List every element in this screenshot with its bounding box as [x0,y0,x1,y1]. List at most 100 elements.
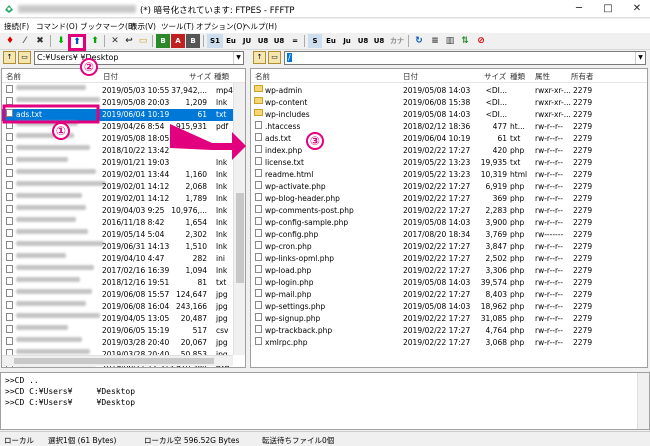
scroll-thumb[interactable] [236,193,244,283]
local-up-folder-icon[interactable]: ↑ [3,51,16,64]
kanji-jis-button[interactable]: JU [240,34,254,48]
local-vertical-scrollbar[interactable] [233,83,245,355]
table-row[interactable]: 2019/02/01 13:44 1,160 lnk [2,169,245,181]
col-date[interactable]: 日付 [103,71,118,82]
list-view-icon[interactable]: ≡ [428,34,442,48]
table-row[interactable]: 2018/12/16 19:51 81 txt [2,277,245,289]
table-row[interactable]: 2016/11/18 8:42 1,654 lnk [2,217,245,229]
table-row[interactable]: 2019/04/26 8:54 915,931 pdf [2,121,245,133]
col-attr[interactable]: 属性 [535,71,550,82]
maximize-button[interactable]: □ [601,2,615,16]
binary-mode-icon[interactable]: B [156,34,170,48]
remote-utf8-button[interactable]: U8 [356,34,370,48]
table-row[interactable]: 2019/06/31 14:13 1,510 lnk [2,241,245,253]
delete-icon[interactable]: ✕ [108,34,122,48]
kana-convert-button[interactable]: カナ [390,34,404,48]
mirror-upload-icon[interactable]: ⬆ [88,34,102,48]
col-owner[interactable]: 所有者 [571,71,594,82]
col-type[interactable]: 種類 [214,71,229,82]
menu-view[interactable]: 表示(V) [130,21,156,32]
upload-icon[interactable]: ⬆ [68,34,86,51]
remote-sjis-button[interactable]: S [308,34,322,48]
chevron-down-icon[interactable]: ▼ [635,52,645,64]
local-path-input[interactable]: C:¥Users¥ ¥Desktop ▼ [34,51,244,65]
command-log[interactable]: >>CD .. >>CD C:¥Users¥ ¥Desktop >>CD C:¥… [0,372,650,430]
table-row[interactable]: wp-admin 2019/05/08 14:03 <DI... rwxr-xr-..… [251,85,647,97]
local-open-folder-icon[interactable]: ▭ [18,51,31,64]
remote-up-folder-icon[interactable]: ↑ [253,51,266,64]
remote-path-input[interactable]: / ▼ [284,51,646,65]
table-row[interactable]: 2019/05/08 18:05 [2,133,245,145]
table-row[interactable]: wp-signup.php 2019/02/22 17:27 31,085 php rw… [251,313,647,325]
table-row[interactable]: 2019/06/05 15:19 517 csv [2,325,245,337]
table-row[interactable]: wp-load.php 2019/02/22 17:27 3,306 php rw-r-… [251,265,647,277]
col-name[interactable]: 名前 [6,71,21,82]
col-size[interactable]: サイズ [189,71,211,82]
table-row[interactable]: readme.html 2019/05/22 13:23 10,319 html rw-… [251,169,647,181]
remote-utf8bom-button[interactable]: U8 [372,34,386,48]
table-row[interactable]: wp-links-opml.php 2019/02/22 17:27 2,502 ph… [251,253,647,265]
table-row[interactable]: 2019/02/01 14:12 2,068 lnk [2,181,245,193]
menu-command[interactable]: コマンド(O) [36,21,78,32]
table-row[interactable]: 2019/02/01 14:12 1,789 lnk [2,193,245,205]
table-row[interactable]: wp-activate.php 2019/02/22 17:27 6,919 php r… [251,181,647,193]
table-row[interactable]: wp-config-sample.php 2019/05/08 14:03 3,90… [251,217,647,229]
table-row[interactable]: wp-mail.php 2019/02/22 17:27 8,403 php rw-r-… [251,289,647,301]
stop-icon[interactable]: ⊘ [474,34,488,48]
table-row[interactable]: 2019/01/21 19:03 lnk [2,157,245,169]
minimize-button[interactable]: ─ [572,2,586,16]
kanji-sjis-button[interactable]: S1 [207,34,223,48]
table-row[interactable]: wp-comments-post.php 2019/02/22 17:27 2,28… [251,205,647,217]
kanji-utf8-button[interactable]: U8 [256,34,270,48]
scroll-thumb[interactable] [14,358,214,364]
table-row[interactable]: 2019/05/14 5:04 2,302 lnk [2,229,245,241]
kanji-none-button[interactable]: = [288,34,302,48]
col-size[interactable]: サイズ [484,71,506,82]
menu-bookmark[interactable]: ブックマーク(B) [80,21,136,32]
sync-icon[interactable]: ⇅ [458,34,472,48]
col-name[interactable]: 名前 [255,71,270,82]
connect-icon[interactable]: ♦ [3,34,17,48]
col-date[interactable]: 日付 [403,71,418,82]
ascii-mode-icon[interactable]: A [171,34,185,48]
quick-connect-icon[interactable]: ⁄ [18,34,32,48]
table-row[interactable]: 2019/04/05 13:05 20,487 jpg [2,313,245,325]
log-scrollbar[interactable] [637,373,649,429]
rename-icon[interactable]: ↩ [122,34,136,48]
table-row[interactable]: wp-config.php 2017/08/20 18:34 3,769 php rw-… [251,229,647,241]
kanji-utf8bom-button[interactable]: U8 [272,34,286,48]
menu-tool[interactable]: ツール(T) [161,21,194,32]
chevron-down-icon[interactable]: ▼ [233,52,243,64]
table-row[interactable]: wp-blog-header.php 2019/02/22 17:27 369 php… [251,193,647,205]
remote-jis-button[interactable]: Ju [340,34,354,48]
table-row[interactable]: xmlrpc.php 2019/02/22 17:27 3,068 php rw-r--… [251,337,647,349]
table-row[interactable]: ads.txt 2019/06/04 10:19 61 txt [2,109,245,121]
table-row[interactable]: wp-settings.php 2019/05/08 14:03 18,962 php… [251,301,647,313]
refresh-icon[interactable]: ↻ [412,34,426,48]
table-row[interactable]: 2018/10/22 13:42 [2,145,245,157]
menu-connect[interactable]: 接続(F) [4,21,29,32]
table-row[interactable]: 2019/04/10 4:47 282 ini [2,253,245,265]
disconnect-icon[interactable]: ✖ [33,34,47,48]
menu-help[interactable]: ヘルプ(H) [243,21,277,32]
table-row[interactable]: 2019/06/08 15:57 124,647 jpg [2,289,245,301]
table-row[interactable]: .htaccess 2018/02/12 18:36 477 ht... rw-r--r… [251,121,647,133]
table-row[interactable]: 2019/04/03 9:25 10,976,... lnk [2,205,245,217]
new-folder-icon[interactable]: ▭ [136,34,150,48]
auto-mode-icon[interactable]: B [186,34,200,48]
table-row[interactable]: 2019/05/08 20:03 1,209 lnk [2,97,245,109]
menu-option[interactable]: オプション(O) [196,21,245,32]
table-row[interactable]: wp-includes 2019/05/08 14:03 <DI... rwxr-xr… [251,109,647,121]
remote-open-folder-icon[interactable]: ▭ [268,51,281,64]
table-row[interactable]: 2017/02/16 16:39 1,094 lnk [2,265,245,277]
table-row[interactable]: wp-content 2019/06/08 15:38 <DI... rwxr-xr-… [251,97,647,109]
table-row[interactable]: wp-cron.php 2019/02/22 17:27 3,847 php rw-r-… [251,241,647,253]
kanji-euc-button[interactable]: Eu [224,34,238,48]
table-row[interactable]: 2019/03/28 20:40 20,067 jpg [2,337,245,349]
table-row[interactable]: license.txt 2019/05/22 13:23 19,935 txt rw-r… [251,157,647,169]
local-horizontal-scrollbar[interactable] [2,355,233,366]
table-row[interactable]: 2019/05/03 10:55 37,942,... mp4 [2,85,245,97]
download-icon[interactable]: ⬇ [54,34,68,48]
close-button[interactable]: ✕ [630,2,644,16]
table-row[interactable]: wp-trackback.php 2019/02/22 17:27 4,764 php… [251,325,647,337]
